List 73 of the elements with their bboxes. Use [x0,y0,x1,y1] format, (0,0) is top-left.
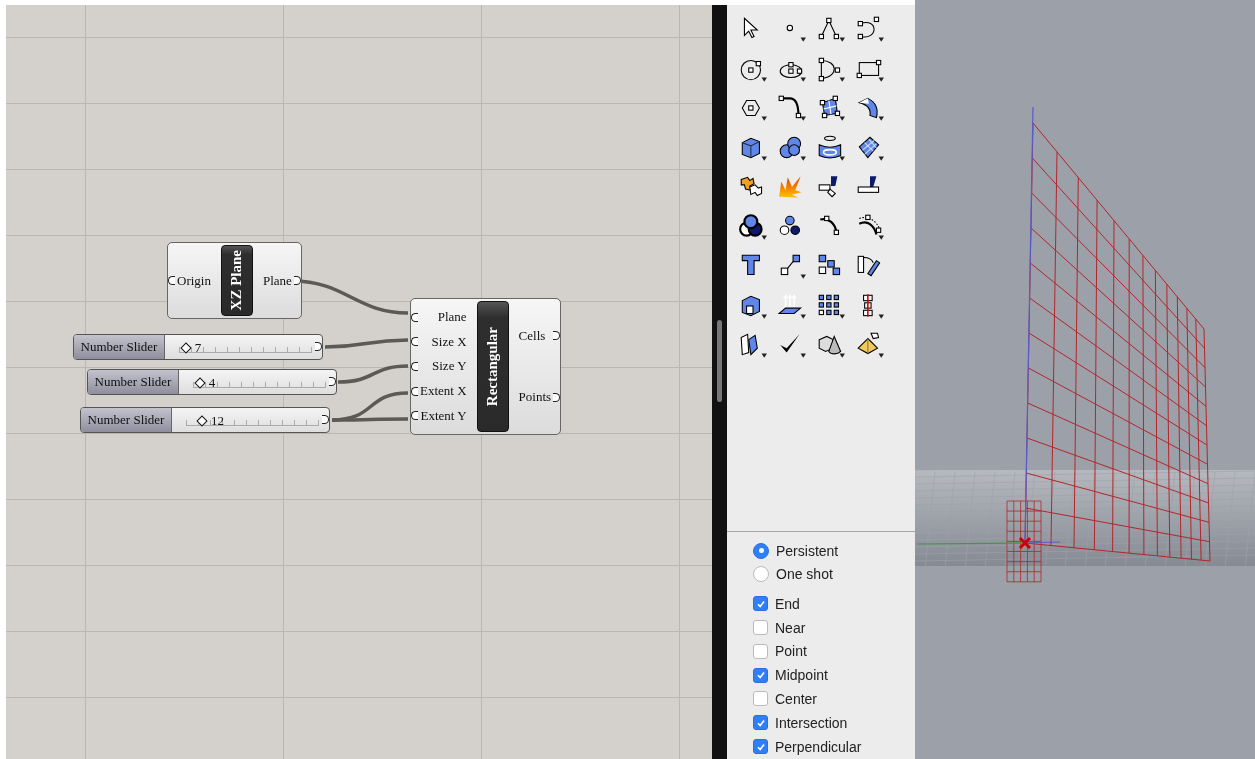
component-title: Rectangular [476,301,509,432]
slider-track[interactable]: 7 [179,341,312,353]
input-label: Size Y [431,358,468,375]
output-port[interactable] [315,342,322,351]
checkbox[interactable] [753,643,768,659]
input-port[interactable] [168,276,175,285]
input-port[interactable] [411,312,418,322]
input-port[interactable] [411,337,418,347]
slider-thumb[interactable] [194,377,206,389]
number-slider[interactable]: Number Slider 7 [73,334,323,360]
number-slider[interactable]: Number Slider 4 [87,369,337,395]
checkbox-label: Center [775,690,818,707]
input-label: Origin [176,272,212,289]
checkbox-label: Perpendicular [775,738,862,755]
radio-label: Persistent [776,542,839,559]
checkbox-label: Point [775,643,807,660]
output-label: Cells [517,327,547,344]
radio-label: One shot [776,566,833,583]
check-icon [755,670,766,681]
slider-track[interactable]: 12 [186,414,319,426]
output-port[interactable] [553,331,561,341]
checkbox[interactable] [753,667,768,683]
cylinder-icon [816,133,846,162]
check-icon [755,598,766,609]
output-label: Points [517,389,553,406]
check-icon [755,741,766,752]
checkbox[interactable] [753,691,768,707]
output-port[interactable] [553,392,561,402]
checkbox-label: Near [775,619,806,636]
output-port[interactable] [322,415,329,424]
checkbox[interactable] [753,620,768,636]
input-label: Plane [436,309,468,326]
input-label: Extent X [419,383,468,400]
component-node[interactable]: Origin XZ Plane Plane [167,242,302,319]
checkbox[interactable] [753,715,768,731]
origin-marker-icon [1018,536,1032,550]
fillet-curve-icon [777,94,807,122]
input-port[interactable] [411,386,418,396]
slider-value: 4 [208,375,216,391]
slider-value: 7 [194,340,202,356]
splitter-handle[interactable] [717,320,722,402]
checkbox-label: Midpoint [775,667,828,684]
input-port[interactable] [411,362,418,371]
output-label: Plane [261,272,293,289]
component-node[interactable]: Plane Size X Size Y Extent X Extent Y Rectangular Cells Points [410,298,562,435]
component-title: XZ Plane [220,245,253,316]
output-port[interactable] [293,276,301,285]
pyramid-icon [855,331,885,359]
slider-label: Number Slider [74,335,165,359]
input-label: Size X [430,333,468,350]
checkbox[interactable] [753,739,768,755]
extrude-icon [777,291,807,320]
radio-button[interactable] [753,566,769,583]
input-label: Extent Y [419,407,468,424]
slider-thumb[interactable] [180,342,192,354]
slider-thumb[interactable] [196,415,208,427]
input-port[interactable] [411,411,418,421]
checkbox-label: End [775,595,800,612]
output-port[interactable] [329,377,336,386]
check-icon [755,717,766,728]
boolean-circles-icon [738,212,768,241]
slider-label: Number Slider [81,408,172,432]
checkbox[interactable] [753,596,768,612]
checkbox-label: Intersection [775,714,848,731]
curve-icon [855,15,885,43]
slider-value: 12 [210,413,224,429]
radio-button[interactable] [753,542,769,559]
slider-track[interactable]: 4 [193,376,326,388]
slider-label: Number Slider [88,370,179,394]
panels-icon [738,331,768,359]
number-slider[interactable]: Number Slider 12 [80,407,330,433]
polyline-icon [816,15,846,43]
wire [337,364,409,384]
